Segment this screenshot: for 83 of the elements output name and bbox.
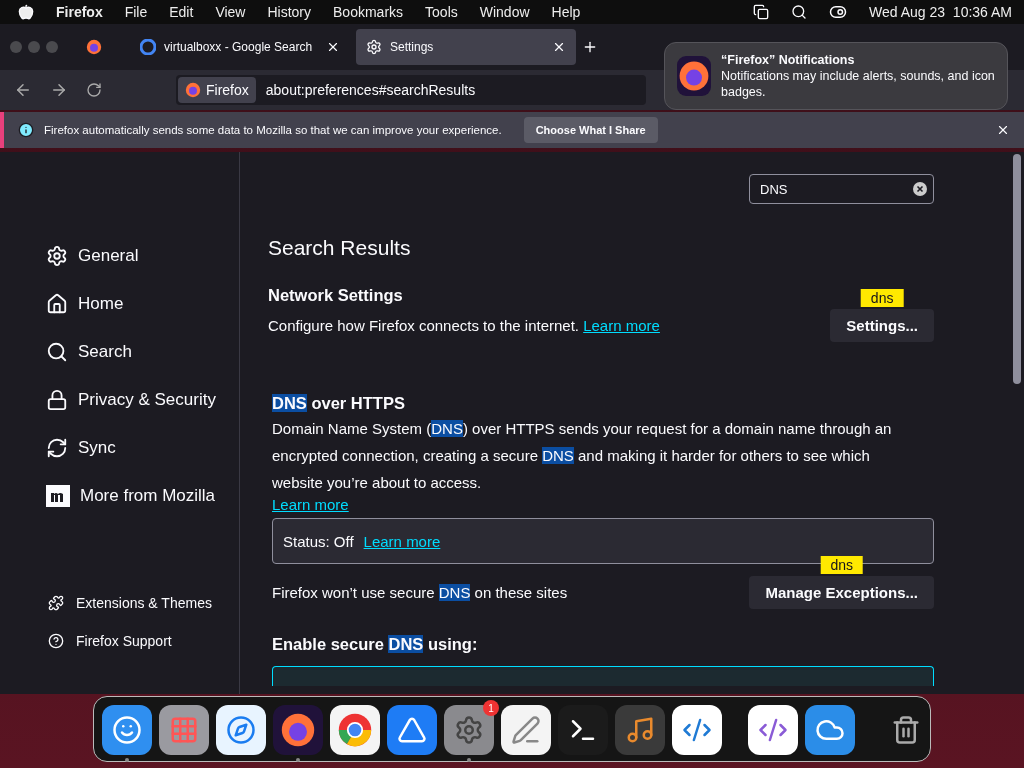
lock-icon bbox=[46, 389, 68, 411]
compass-app-icon[interactable] bbox=[216, 705, 266, 755]
learn-more-link[interactable]: Learn more bbox=[363, 532, 441, 550]
pen-app-icon[interactable] bbox=[501, 705, 551, 755]
sync-icon bbox=[46, 437, 68, 459]
sidebar-item[interactable]: Home bbox=[46, 280, 239, 328]
reload-icon[interactable] bbox=[86, 82, 102, 98]
menu-app-name[interactable]: Firefox bbox=[56, 4, 103, 20]
clear-icon[interactable] bbox=[913, 182, 927, 196]
fox-logo-app-icon[interactable] bbox=[273, 705, 323, 755]
browser-tab[interactable]: Settings bbox=[356, 29, 576, 65]
learn-more-link[interactable]: Learn more bbox=[272, 496, 349, 513]
info-message: Firefox automatically sends some data to Mozilla so that we can improve your experience. bbox=[44, 124, 502, 136]
identity-button[interactable]: Firefox bbox=[178, 77, 256, 103]
page-heading: Search Results bbox=[268, 236, 412, 260]
search-match-badge: dns bbox=[820, 556, 863, 574]
close-icon[interactable] bbox=[552, 40, 566, 54]
menu-item[interactable]: Help bbox=[551, 4, 581, 20]
forward-icon[interactable] bbox=[50, 81, 68, 99]
fox-logo-icon bbox=[185, 82, 201, 98]
search-match-badge: dns bbox=[860, 289, 904, 307]
help-icon bbox=[48, 633, 64, 649]
learn-more-link[interactable]: Learn more bbox=[583, 317, 660, 334]
sidebar-item[interactable]: More from Mozilla bbox=[46, 472, 239, 520]
notification-banner[interactable]: “Firefox” Notifications Notifications may include alerts, sounds, and icon badges. bbox=[664, 42, 1008, 110]
sidebar-link[interactable]: Extensions & Themes bbox=[46, 584, 239, 622]
exceptions-text: Firefox won’t use secure DNS on these sites bbox=[272, 583, 568, 603]
home-icon bbox=[46, 293, 68, 315]
address-bar[interactable]: Firefox about:preferences#searchResults bbox=[176, 75, 646, 105]
search-field[interactable]: DNS bbox=[749, 174, 934, 204]
guitar-app-icon[interactable] bbox=[615, 705, 665, 755]
notification-body: Notifications may include alerts, sounds, and icon badges. bbox=[721, 68, 995, 100]
close-icon[interactable] bbox=[326, 40, 340, 54]
gear-icon bbox=[46, 245, 68, 267]
code-app-icon[interactable] bbox=[748, 705, 798, 755]
gear-icon bbox=[366, 39, 382, 55]
browser-tab[interactable]: virtualboxx - Google Search bbox=[130, 29, 350, 65]
search-icon bbox=[46, 341, 68, 363]
fox-logo-icon bbox=[86, 39, 102, 55]
menu-item[interactable]: History bbox=[267, 4, 312, 20]
sidebar-item[interactable]: Privacy & Security bbox=[46, 376, 239, 424]
sidebar-item[interactable]: Sync bbox=[46, 424, 239, 472]
choose-what-i-share-button[interactable]: Choose What I Share bbox=[523, 117, 658, 143]
back-icon[interactable] bbox=[14, 81, 32, 99]
firefox-app-icon bbox=[677, 56, 712, 96]
grid-app-icon[interactable] bbox=[159, 705, 209, 755]
terminal-app-icon[interactable] bbox=[558, 705, 608, 755]
status-text: Status: Off bbox=[283, 532, 354, 550]
info-icon bbox=[18, 122, 34, 138]
menu-item[interactable]: File bbox=[124, 4, 148, 20]
section-description: Configure how Firefox connects to the internet. Learn more bbox=[268, 316, 660, 336]
section-title: Network Settings bbox=[268, 286, 403, 305]
sidebar-link[interactable]: Firefox Support bbox=[46, 622, 239, 660]
section-title: Enable secure DNS using: bbox=[272, 635, 478, 654]
sidebar-item[interactable]: Search bbox=[46, 328, 239, 376]
gear-app-icon[interactable] bbox=[444, 705, 494, 755]
section-title: DNS over HTTPS bbox=[272, 394, 405, 413]
scrollbar-thumb[interactable] bbox=[1013, 154, 1021, 384]
manage-exceptions-button[interactable]: Manage Exceptions... bbox=[749, 576, 934, 609]
m-logo-icon bbox=[46, 485, 70, 507]
menu-item[interactable]: Edit bbox=[169, 4, 194, 20]
windows-icon[interactable] bbox=[753, 4, 770, 20]
notification-badge: 1 bbox=[483, 700, 499, 716]
chrome-logo-app-icon[interactable] bbox=[330, 705, 380, 755]
search-icon[interactable] bbox=[791, 4, 808, 20]
sidebar-item[interactable]: General bbox=[46, 232, 239, 280]
url-text: about:preferences#searchResults bbox=[265, 82, 476, 98]
smiley-face-app-icon[interactable] bbox=[102, 705, 152, 755]
close-icon[interactable] bbox=[996, 123, 1010, 137]
new-tab-icon[interactable] bbox=[582, 39, 598, 55]
notification-title: “Firefox” Notifications bbox=[721, 52, 856, 68]
menu-item[interactable]: View bbox=[215, 4, 246, 20]
code-app-icon[interactable] bbox=[672, 705, 722, 755]
menu-item[interactable]: Window bbox=[479, 4, 530, 20]
google-logo-icon bbox=[140, 39, 156, 55]
puzzle-icon bbox=[48, 595, 64, 611]
cloud-app-icon[interactable] bbox=[805, 705, 855, 755]
section-description: Domain Name System (DNS) over HTTPS sends your request for a domain name through an encrypted connection, creating a secure DNS and making it harder for others to see which website you’re about to access. bbox=[272, 419, 893, 493]
menu-item[interactable]: Tools bbox=[425, 4, 458, 20]
clock[interactable]: Wed Aug 23 10:36 AM bbox=[869, 4, 1012, 20]
settings-button[interactable]: Settings... bbox=[830, 309, 934, 342]
apple-logo-icon[interactable] bbox=[18, 4, 34, 20]
menu-item[interactable]: Bookmarks bbox=[333, 4, 404, 20]
